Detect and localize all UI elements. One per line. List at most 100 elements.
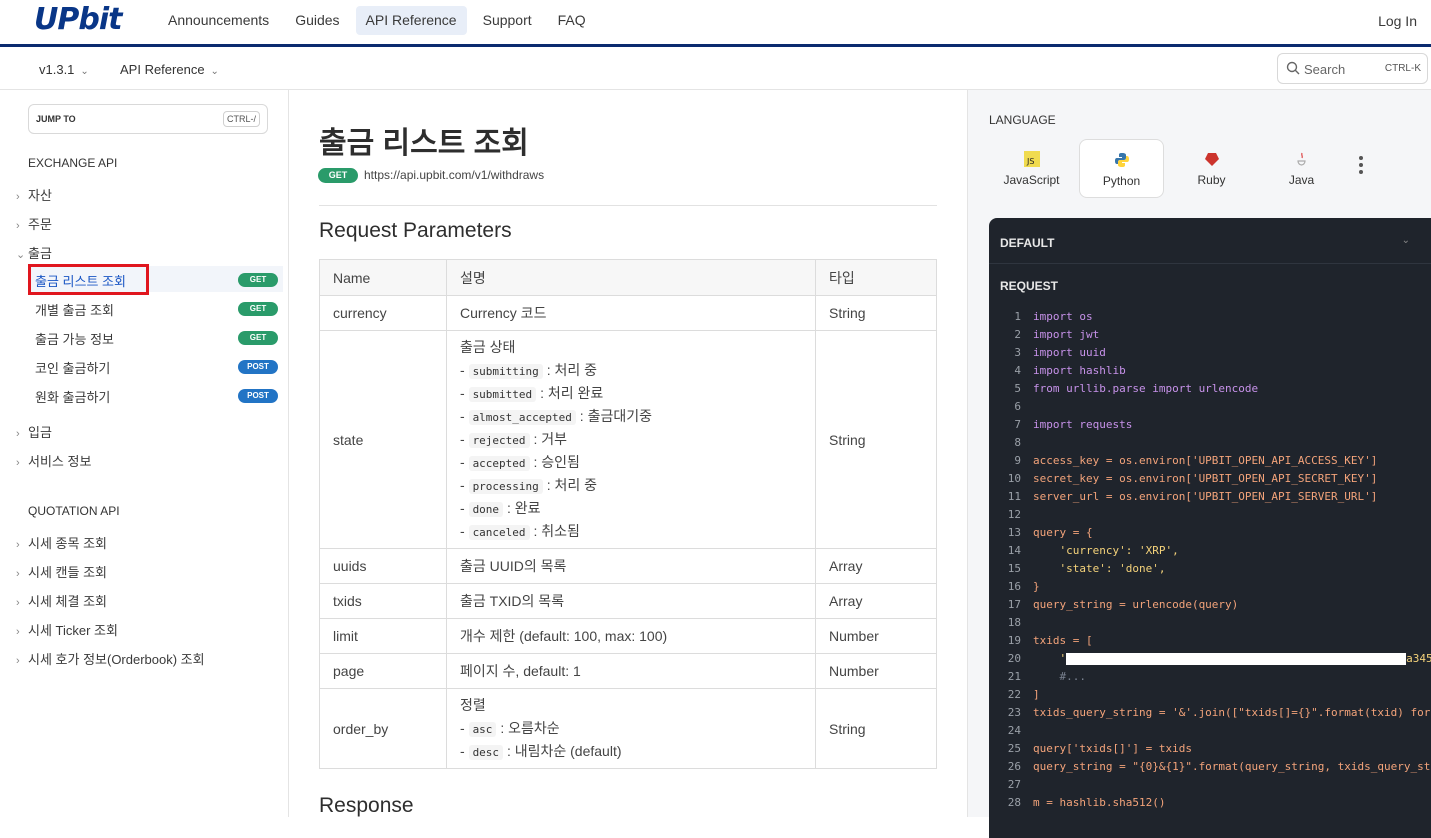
sidebar-item-withdraw[interactable]: ⌄ 출금 — [16, 243, 52, 262]
line-number: 5 — [1014, 382, 1021, 395]
line-number: 22 — [1007, 688, 1021, 701]
javascript-icon: JS — [1023, 151, 1040, 167]
sidebar-item-service-info[interactable]: › 서비스 정보 — [16, 451, 91, 470]
method-badge: POST — [238, 360, 278, 374]
nav-api-reference[interactable]: API Reference — [355, 6, 467, 35]
code-line: 7 import requests — [989, 416, 1431, 434]
sidebar-item-withdraw-chance[interactable]: 출금 가능 정보 GET — [28, 324, 283, 350]
code-line: 6 — [989, 398, 1431, 416]
line-number: 23 — [1007, 706, 1021, 719]
search-button[interactable]: Search CTRL-K — [1277, 53, 1428, 84]
code-line: 10 secret_key = os.environ['UPBIT_OPEN_AP… — [989, 470, 1431, 488]
response-heading: Response — [319, 794, 414, 817]
table-row: uuids 출금 UUID의 목록 Array — [319, 548, 937, 584]
chevron-right-icon: › — [16, 655, 20, 667]
java-icon — [1296, 152, 1306, 166]
top-navigation: UPbit Announcements Guides API Reference… — [0, 0, 1431, 45]
code-line: 14 'currency': 'XRP', — [989, 542, 1431, 560]
nav-announcements[interactable]: Announcements — [158, 6, 279, 35]
section-selector[interactable]: API Reference ⌄ — [120, 62, 219, 77]
exchange-api-title: EXCHANGE API — [28, 156, 118, 170]
line-number: 1 — [1014, 310, 1021, 323]
line-number: 27 — [1007, 778, 1021, 791]
code-line: 24 — [989, 722, 1431, 740]
code-line: 11 server_url = os.environ['UPBIT_OPEN_AP… — [989, 488, 1431, 506]
params-table: Name 설명 타입 currency Currency 코드 String s… — [319, 259, 937, 769]
code-line: 3 import uuid — [989, 344, 1431, 362]
tab-ruby[interactable]: Ruby — [1169, 139, 1254, 198]
list-item: - almost_accepted : 출금대기중 — [460, 408, 652, 425]
language-label: LANGUAGE — [989, 113, 1056, 127]
list-item: - done : 완료 — [460, 500, 541, 517]
sidebar-item-trades[interactable]: › 시세 체결 조회 — [16, 591, 107, 610]
sidebar-item-ticker[interactable]: › 시세 Ticker 조회 — [16, 620, 118, 639]
chevron-right-icon: › — [16, 626, 20, 638]
tab-javascript[interactable]: JS JavaScript — [989, 139, 1074, 198]
line-number: 17 — [1007, 598, 1021, 611]
chevron-down-icon: ⌄ — [1401, 235, 1410, 246]
sidebar-item-candles[interactable]: › 시세 캔들 조회 — [16, 562, 107, 581]
code-lines: 1 import os 2 import jwt 3 import uuid 4 import… — [989, 308, 1431, 812]
code-panel: LANGUAGE JS JavaScript Python Ruby Java … — [967, 90, 1431, 838]
nav-guides[interactable]: Guides — [285, 6, 349, 35]
search-label: Search — [1304, 62, 1346, 77]
python-icon — [1114, 153, 1129, 167]
code-line: 9 access_key = os.environ['UPBIT_OPEN_API… — [989, 452, 1431, 470]
ruby-icon — [1204, 153, 1219, 166]
version-label: v1.3.1 — [39, 62, 75, 77]
line-number: 28 — [1007, 796, 1021, 809]
sidebar-item-withdraw-krw[interactable]: 원화 출금하기 POST — [28, 382, 283, 408]
code-line: 27 — [989, 776, 1431, 794]
nav-support[interactable]: Support — [473, 6, 542, 35]
nav-faq[interactable]: FAQ — [548, 6, 596, 35]
search-shortcut: CTRL-K — [1384, 63, 1421, 74]
chevron-right-icon: › — [16, 457, 20, 469]
table-header-row: Name 설명 타입 — [319, 259, 937, 296]
line-number: 4 — [1014, 364, 1021, 377]
sidebar-item-orderbook[interactable]: › 시세 호가 정보(Orderbook) 조회 — [16, 649, 205, 668]
code-line: 28 m = hashlib.sha512() — [989, 794, 1431, 812]
line-number: 19 — [1007, 634, 1021, 647]
chevron-right-icon: › — [16, 568, 20, 580]
sidebar: JUMP TO CTRL-/ EXCHANGE API › 자산 › 주문 ⌄ 출금 … — [0, 90, 289, 817]
col-type: 타입 — [815, 259, 937, 296]
list-item: - desc : 내림차순 (default) — [460, 743, 622, 760]
code-line: 22] — [989, 686, 1431, 704]
jump-to-input[interactable]: JUMP TO CTRL-/ — [28, 104, 268, 134]
tab-python[interactable]: Python — [1079, 139, 1164, 198]
sidebar-item-market-list[interactable]: › 시세 종목 조회 — [16, 533, 107, 552]
tab-java[interactable]: Java — [1259, 139, 1344, 198]
sidebar-item-withdraw-single[interactable]: 개별 출금 조회 GET — [28, 295, 283, 321]
list-item: - canceled : 취소됨 — [460, 523, 580, 540]
method-badge: GET — [238, 302, 278, 316]
chevron-down-icon: ⌄ — [80, 66, 89, 77]
sidebar-item-assets[interactable]: › 자산 — [16, 185, 52, 204]
jump-to-label: JUMP TO — [36, 114, 76, 124]
method-badge: GET — [318, 168, 358, 183]
line-number: 14 — [1007, 544, 1021, 557]
col-name: Name — [319, 259, 447, 296]
quotation-api-title: QUOTATION API — [28, 504, 120, 518]
line-number: 24 — [1007, 724, 1021, 737]
line-number: 21 — [1007, 670, 1021, 683]
table-row: txids 출금 TXID의 목록 Array — [319, 583, 937, 619]
line-number: 26 — [1007, 760, 1021, 773]
highlight-box — [28, 264, 149, 295]
more-options-icon[interactable] — [1359, 156, 1365, 177]
sidebar-item-withdraw-coin[interactable]: 코인 출금하기 POST — [28, 353, 283, 379]
list-item: - rejected : 거부 — [460, 431, 567, 448]
line-number: 12 — [1007, 508, 1021, 521]
login-link[interactable]: Log In — [1378, 13, 1417, 29]
version-selector[interactable]: v1.3.1 ⌄ — [39, 62, 89, 77]
request-label: REQUEST — [1000, 279, 1059, 293]
upbit-logo[interactable]: UPbit — [34, 2, 122, 37]
code-line: 16} — [989, 578, 1431, 596]
language-tabs: JS JavaScript Python Ruby Java — [989, 139, 1349, 198]
svg-text:JS: JS — [1026, 157, 1034, 166]
line-number: 9 — [1014, 454, 1021, 467]
sidebar-item-orders[interactable]: › 주문 — [16, 214, 52, 233]
code-block: DEFAULT ⌄ REQUEST 1 import os 2 import jwt 3… — [989, 218, 1431, 838]
code-header[interactable]: DEFAULT ⌄ — [989, 218, 1431, 264]
sidebar-item-deposit[interactable]: › 입금 — [16, 422, 52, 441]
method-badge: POST — [238, 389, 278, 403]
